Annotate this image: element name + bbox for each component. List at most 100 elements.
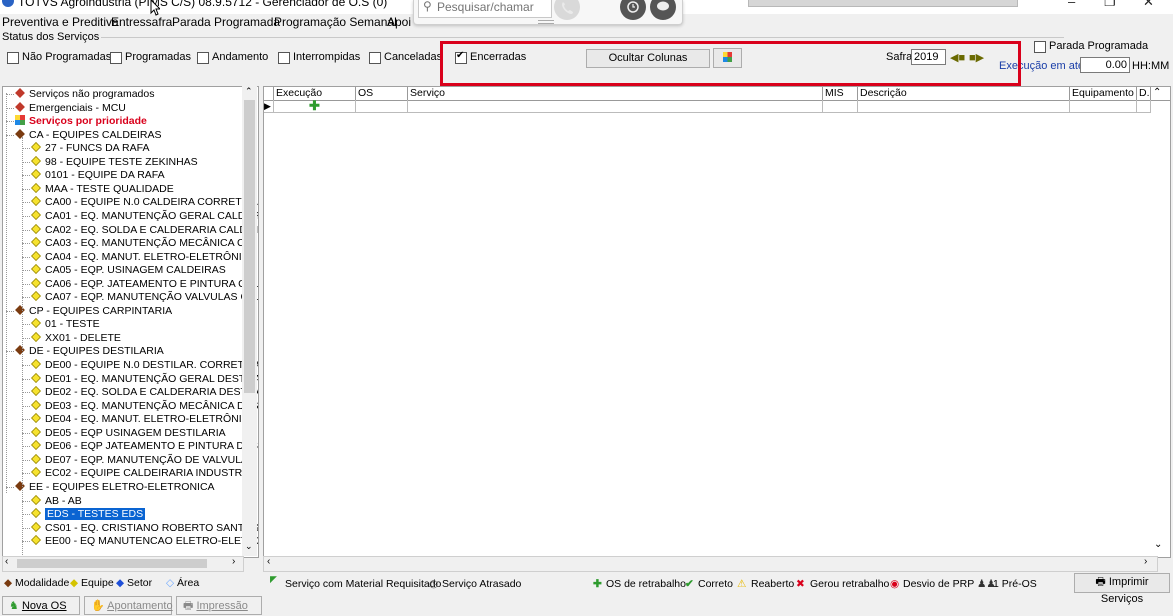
scroll-down-icon[interactable]: ⌄ [245, 541, 253, 552]
tree-node[interactable]: DE02 - EQ. SOLDA E CALDERARIA DESTILAI [31, 386, 258, 398]
impressao-button[interactable]: 🖶 Impressão [176, 596, 262, 615]
checkbox-canceladas[interactable] [369, 52, 381, 64]
tree-node[interactable]: DE03 - EQ. MANUTENÇÃO MECÂNICA DEST [31, 399, 258, 412]
tree-node[interactable]: CA03 - EQ. MANUTENÇÃO MECÂNICA CALDE [31, 237, 259, 250]
nova-os-button[interactable]: ♞ Nova OS [2, 596, 80, 615]
minimize-button[interactable]: – [1068, 0, 1075, 9]
execucao-field[interactable]: 0.00 [1080, 57, 1130, 73]
tree-node[interactable]: EE - EQUIPES ELETRO-ELETRONICA [15, 481, 215, 493]
tree-node[interactable]: Serviços por prioridade [15, 115, 147, 127]
menu-programacao-semanal[interactable]: Programação Semanal [274, 15, 397, 29]
tree-node[interactable]: MAA - TESTE QUALIDADE [31, 183, 174, 195]
tree-node[interactable]: DE06 - EQP JATEAMENTO E PINTURA DEST [31, 440, 258, 452]
column-equipamento[interactable]: Equipamento [1070, 87, 1137, 100]
tree-connector [6, 310, 14, 312]
tree-node[interactable]: CA07 - EQP. MANUTENÇÃO VALVULAS CALD [31, 291, 258, 303]
status-legend: ◤ Serviço com Material Requisitado ◷ Ser… [0, 572, 1173, 605]
add-row-plus-icon[interactable]: ✚ [274, 99, 356, 113]
checkbox-interrompidas[interactable] [278, 52, 290, 64]
scroll-thumb[interactable] [17, 559, 207, 568]
menu-preventiva[interactable]: Preventiva e Preditiva [2, 15, 119, 29]
tree-node[interactable]: DE07 - EQP. MANUTENÇÃO DE VALVULAS D [31, 454, 258, 466]
grid-cell[interactable] [1137, 100, 1151, 113]
checkbox-nao-programadas[interactable] [7, 52, 19, 64]
tree-node[interactable]: CA00 - EQUIPE N.0 CALDEIRA CORRETIVA [31, 196, 258, 208]
clock-button-icon[interactable] [620, 0, 646, 20]
imprimir-servicos-button[interactable]: 🖶 Imprimir Serviços [1074, 573, 1170, 605]
tree-node[interactable]: Emergenciais - MCU [15, 102, 126, 114]
tree-node[interactable]: CA05 - EQP. USINAGEM CALDEIRAS [31, 264, 226, 276]
tree-node[interactable]: EDS - TESTES EDS [31, 508, 146, 521]
grid-cell[interactable] [858, 100, 1070, 113]
scroll-down-icon[interactable]: ⌄ [1154, 539, 1162, 550]
menu-entressafra[interactable]: Entressafra [111, 15, 172, 29]
tree-node[interactable]: 0101 - EQUIPE DA RAFA [31, 169, 165, 181]
scroll-up-icon[interactable]: ⌃ [245, 86, 253, 97]
menu-parada-programada[interactable]: Parada Programada [172, 15, 280, 29]
status-group-legend: Status dos Serviços [2, 31, 102, 43]
tree-node[interactable]: Serviços não programados [15, 88, 154, 100]
tree-node[interactable]: XX01 - DELETE [31, 332, 121, 344]
chat-icon[interactable] [650, 0, 676, 20]
column-os[interactable]: OS [356, 87, 408, 100]
scroll-left-icon[interactable]: ‹ [267, 556, 270, 567]
diamond-yellow-icon [31, 440, 41, 451]
column-descricao[interactable]: Descrição [858, 87, 1070, 100]
tree-node[interactable]: CA06 - EQP. JATEAMENTO E PINTURA CALD [31, 278, 258, 290]
tree-node[interactable]: DE00 - EQUIPE N.0 DESTILAR. CORRETIVA [31, 359, 259, 371]
checkbox-andamento[interactable] [197, 52, 209, 64]
tree-horizontal-scrollbar[interactable]: ‹ › [2, 556, 244, 572]
grid-horizontal-scrollbar[interactable]: ‹ › [263, 556, 1158, 572]
tree-node[interactable]: AB - AB [31, 495, 82, 507]
team-tree[interactable]: Serviços não programados Emergenciais - M… [2, 86, 259, 558]
scroll-left-icon[interactable]: ‹ [5, 556, 8, 567]
scroll-thumb[interactable] [244, 100, 255, 393]
menu-apoio[interactable]: Apoi [387, 15, 411, 29]
tree-node[interactable]: EC02 - EQUIPE CALDEIRARIA INDUSTRIA [31, 467, 252, 479]
tree-node[interactable]: CA04 - EQ. MANUT. ELETRO-ELETRÔNICA C [31, 251, 258, 263]
diamond-yellow-icon [31, 318, 41, 329]
scroll-right-icon[interactable]: › [232, 556, 235, 567]
tree-node[interactable]: DE05 - EQP USINAGEM DESTILARIA [31, 427, 226, 439]
drag-grip-icon[interactable] [538, 20, 554, 24]
tree-node[interactable]: CA01 - EQ. MANUTENÇÃO GERAL CALDEIRA [31, 210, 258, 222]
column-mis[interactable]: MIS [823, 87, 858, 100]
tree-node[interactable]: DE04 - EQ. MANUT. ELETRO-ELETRÔNICA I [31, 413, 259, 426]
grid-cell[interactable] [1070, 100, 1137, 113]
tree-node[interactable]: CA - EQUIPES CALDEIRAS [15, 129, 161, 141]
tree-node[interactable]: EE00 - EQ MANUTENCAO ELETRO-ELETROI [31, 535, 258, 547]
apontamento-button[interactable]: ✋ Apontamento [84, 596, 173, 615]
tree-connector [22, 365, 30, 366]
maximize-button[interactable]: ❐ [1104, 0, 1116, 10]
scroll-right-icon[interactable]: › [1144, 556, 1147, 567]
checkbox-programadas[interactable] [110, 52, 122, 64]
search-input[interactable] [437, 0, 545, 14]
grid-cell[interactable] [356, 100, 408, 113]
column-d[interactable]: D. [1137, 87, 1151, 100]
services-grid[interactable]: Execução OS Serviço MIS Descrição Equipa… [263, 86, 1171, 558]
checkbox-parada-programada[interactable] [1034, 41, 1046, 53]
tree-node-label: DE04 - EQ. MANUT. ELETRO-ELETRÔNICA I [45, 413, 259, 426]
close-button[interactable]: ✕ [1143, 0, 1154, 10]
tree-node[interactable]: CA02 - EQ. SOLDA E CALDERARIA CALDEIRA [31, 224, 258, 236]
scroll-up-icon[interactable]: ⌃ [1153, 87, 1161, 98]
tree-node[interactable]: CS01 - EQ. CRISTIANO ROBERTO SANTOS [31, 522, 258, 534]
tree-connector [22, 514, 30, 516]
tree-node[interactable]: 27 - FUNCS DA RAFA [31, 142, 149, 154]
search-box[interactable]: ⚲ [418, 0, 552, 18]
tree-node[interactable]: DE - EQUIPES DESTILARIA [15, 345, 164, 357]
tree-vertical-scrollbar[interactable]: ⌃ ⌄ [242, 86, 257, 556]
tree-node-label: DE00 - EQUIPE N.0 DESTILAR. CORRETIVA [45, 359, 259, 371]
tree-node-label: CA03 - EQ. MANUTENÇÃO MECÂNICA CALDE [45, 237, 259, 250]
diamond-yellow-icon [31, 399, 41, 410]
diamond-yellow-icon [31, 494, 41, 505]
tree-node[interactable]: CP - EQUIPES CARPINTARIA [15, 305, 172, 317]
tree-connector [22, 446, 30, 448]
column-servico[interactable]: Serviço [408, 87, 823, 100]
phone-icon[interactable] [554, 0, 580, 20]
tree-node[interactable]: DE01 - EQ. MANUTENÇÃO GERAL DESTILAR [31, 373, 258, 385]
tree-node[interactable]: 01 - TESTE [31, 318, 100, 330]
tree-node[interactable]: 98 - EQUIPE TESTE ZEKINHAS [31, 156, 198, 168]
grid-cell[interactable] [823, 100, 858, 113]
grid-cell[interactable] [408, 100, 823, 113]
